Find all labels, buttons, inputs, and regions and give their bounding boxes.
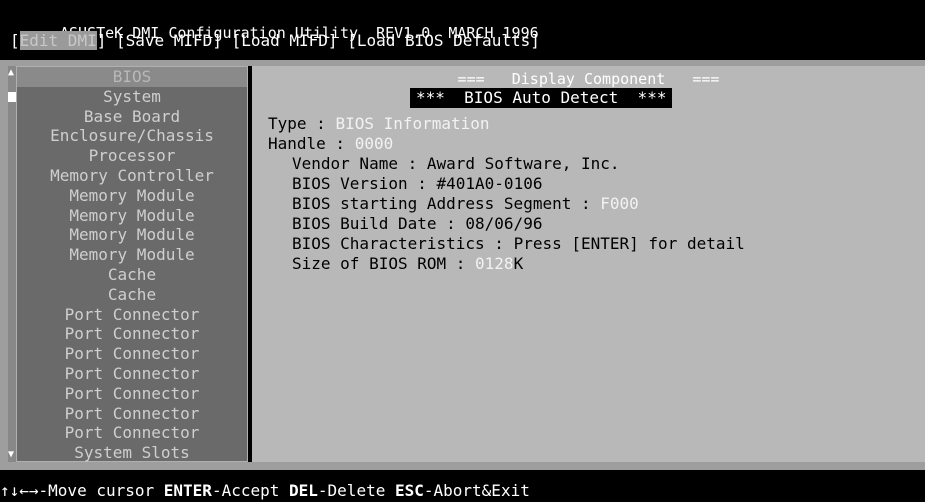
component-item-port-connector[interactable]: Port Connector [17, 324, 247, 344]
component-item-bios[interactable]: BIOS [17, 67, 247, 87]
status-bar: ↑↓←→-Move cursor ENTER-Accept DEL-Delete… [0, 480, 925, 502]
bios-version-label: BIOS Version : [292, 174, 437, 193]
component-item-cache[interactable]: Cache [17, 265, 247, 285]
scroll-thumb[interactable] [8, 92, 16, 102]
component-item-memory-module[interactable]: Memory Module [17, 186, 247, 206]
menu-save-mifd[interactable]: Save MIFD [126, 31, 213, 50]
characteristics-field[interactable]: BIOS Characteristics : Press [ENTER] for… [292, 234, 745, 254]
rom-size-unit: K [513, 254, 524, 273]
component-item-processor[interactable]: Processor [17, 146, 247, 166]
menu-load-bios-defaults[interactable]: Load BIOS Defaults [357, 31, 530, 50]
vendor-value: Award Software, Inc. [426, 154, 620, 173]
build-date-value: 08/06/96 [465, 214, 543, 233]
del-key: DEL [289, 481, 318, 500]
component-list: BIOS System Base Board Enclosure/Chassis… [16, 66, 248, 462]
type-value: BIOS Information [335, 114, 490, 133]
component-item-port-connector[interactable]: Port Connector [17, 404, 247, 424]
component-item-cache[interactable]: Cache [17, 285, 247, 305]
handle-value: 0000 [354, 134, 394, 153]
main-frame-inner: ▲ ▼ BIOS System Base Board Enclosure/Cha… [8, 66, 925, 462]
component-item-memory-module[interactable]: Memory Module [17, 245, 247, 265]
abort-exit-hint: -Abort&Exit [423, 481, 530, 500]
characteristics-value[interactable]: Press [ENTER] for detail [514, 234, 745, 253]
rom-size-label: Size of BIOS ROM : [292, 254, 476, 273]
rom-size-field: Size of BIOS ROM : 0128K [292, 254, 523, 274]
panel-subtitle: *** BIOS Auto Detect *** [410, 88, 673, 108]
sidebar-scrollbar[interactable]: ▲ ▼ [8, 66, 16, 462]
vendor-field: Vendor Name : Award Software, Inc. [292, 154, 620, 174]
address-segment-value[interactable]: F000 [600, 194, 639, 213]
component-item-system[interactable]: System [17, 87, 247, 107]
component-item-port-connector[interactable]: Port Connector [17, 423, 247, 443]
menu-load-mifd[interactable]: Load MIFD [241, 31, 328, 50]
enter-key: ENTER [163, 481, 212, 500]
panel-title: === Display Component === [457, 70, 720, 88]
component-item-memory-module[interactable]: Memory Module [17, 225, 247, 245]
accept-hint: -Accept [211, 481, 289, 500]
handle-field: Handle : 0000 [268, 134, 393, 154]
component-item-port-connector[interactable]: Port Connector [17, 305, 247, 325]
build-date-field: BIOS Build Date : 08/06/96 [292, 214, 542, 234]
component-item-memory-module[interactable]: Memory Module [17, 206, 247, 226]
component-item-port-connector[interactable]: Port Connector [17, 344, 247, 364]
main-frame: ▲ ▼ BIOS System Base Board Enclosure/Cha… [0, 60, 925, 470]
bios-version-field: BIOS Version : #401A0-0106 [292, 174, 542, 194]
handle-label: Handle : [268, 134, 355, 153]
characteristics-label: BIOS Characteristics : [292, 234, 514, 253]
component-item-base-board[interactable]: Base Board [17, 107, 247, 127]
vendor-label: Vendor Name : [292, 154, 427, 173]
menu-edit-dmi[interactable]: Edit DMI [19, 31, 97, 50]
app-title-bar: ASUSTeK DMI Configuration Utility REV1.0… [0, 6, 925, 42]
component-item-port-connector[interactable]: Port Connector [17, 364, 247, 384]
menu-bar: [Edit DMI] [Save MIFD] [Load MIFD] [Load… [10, 31, 540, 50]
component-item-port-connector[interactable]: Port Connector [17, 384, 247, 404]
arrow-keys-icon: ↑↓←→ [0, 481, 39, 500]
build-date-label: BIOS Build Date : [292, 214, 466, 233]
component-item-enclosure-chassis[interactable]: Enclosure/Chassis [17, 126, 247, 146]
move-cursor-hint: -Move cursor [38, 481, 164, 500]
address-segment-label: BIOS starting Address Segment : [292, 194, 601, 213]
component-detail-panel: === Display Component === *** BIOS Auto … [252, 66, 925, 462]
delete-hint: -Delete [317, 481, 395, 500]
type-label: Type : [268, 114, 336, 133]
scroll-down-arrow-icon[interactable]: ▼ [8, 450, 14, 460]
rom-size-value[interactable]: 0128 [475, 254, 514, 273]
esc-key: ESC [394, 481, 424, 500]
component-item-memory-controller[interactable]: Memory Controller [17, 166, 247, 186]
component-item-system-slots[interactable]: System Slots [17, 443, 247, 463]
scroll-up-arrow-icon[interactable]: ▲ [8, 68, 14, 78]
type-field: Type : BIOS Information [268, 114, 490, 134]
bios-version-value: #401A0-0106 [436, 174, 543, 193]
address-segment-field: BIOS starting Address Segment : F000 [292, 194, 639, 214]
